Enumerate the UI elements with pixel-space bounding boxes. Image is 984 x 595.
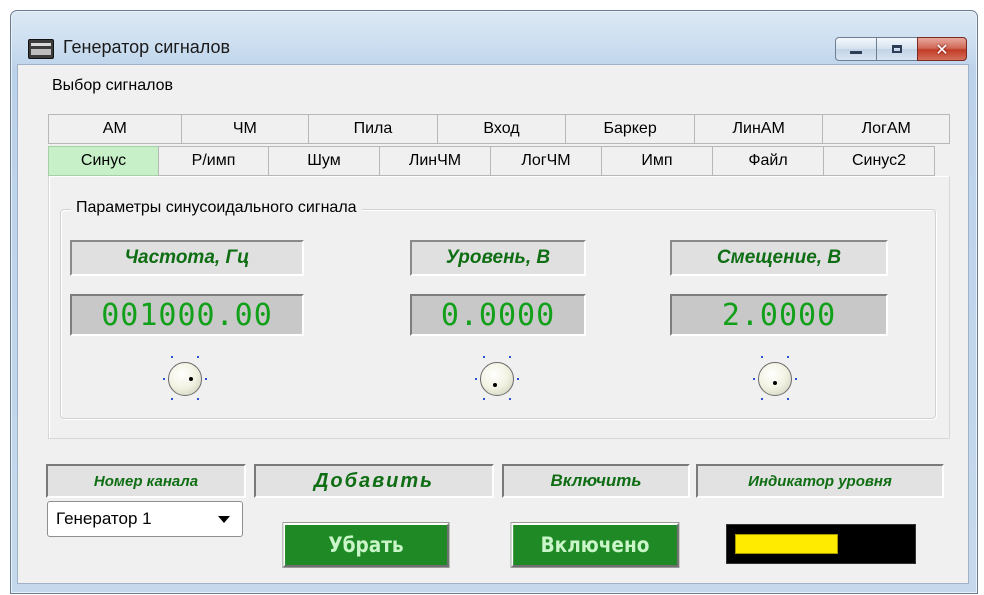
enabled-toggle-button[interactable]: Включено xyxy=(511,523,679,567)
remove-button[interactable]: Убрать xyxy=(283,523,449,567)
knob-tick xyxy=(163,378,165,380)
signal-tabs: АМ ЧМ Пила Вход Баркер ЛинАМ ЛогАМ Синус… xyxy=(48,114,951,176)
level-indicator-fill xyxy=(735,534,838,554)
knob-tick xyxy=(171,356,173,358)
minimize-icon xyxy=(850,50,862,54)
tab-log-am[interactable]: ЛогАМ xyxy=(822,114,951,144)
close-button[interactable]: ✕ xyxy=(917,37,967,61)
channel-number-label: Номер канала xyxy=(46,464,246,498)
window-controls: ✕ xyxy=(835,37,967,61)
knob-tick xyxy=(197,356,199,358)
knob-tick xyxy=(517,378,519,380)
tab-row-1: АМ ЧМ Пила Вход Баркер ЛинАМ ЛогАМ xyxy=(48,114,951,144)
knob-tick xyxy=(197,398,199,400)
level-indicator-label: Индикатор уровня xyxy=(696,464,944,498)
knob-tick xyxy=(753,378,755,380)
level-display[interactable]: 0.0000 xyxy=(410,294,586,336)
minimize-button[interactable] xyxy=(835,37,877,61)
window-title: Генератор сигналов xyxy=(63,37,231,57)
app-icon xyxy=(28,39,54,59)
tab-sine2[interactable]: Синус2 xyxy=(823,146,935,176)
knob-indicator xyxy=(493,383,497,387)
tab-lin-fm[interactable]: ЛинЧМ xyxy=(379,146,491,176)
tab-noise[interactable]: Шум xyxy=(268,146,380,176)
tab-input[interactable]: Вход xyxy=(436,114,567,144)
tab-lin-am[interactable]: ЛинАМ xyxy=(693,114,824,144)
signal-select-label: Выбор сигналов xyxy=(52,77,173,94)
knob-tick xyxy=(509,398,511,400)
level-indicator xyxy=(726,524,916,564)
add-label: Добавить xyxy=(254,464,494,498)
knob-tick xyxy=(787,398,789,400)
knob-tick xyxy=(787,356,789,358)
frequency-display[interactable]: 001000.00 xyxy=(70,294,304,336)
channel-select-value: Генератор 1 xyxy=(56,509,152,528)
frequency-label: Частота, Гц xyxy=(70,240,304,276)
knob-tick xyxy=(483,398,485,400)
frequency-knob[interactable] xyxy=(168,362,202,396)
knob-tick xyxy=(795,378,797,380)
knob-tick xyxy=(171,398,173,400)
channel-select[interactable]: Генератор 1 xyxy=(47,501,243,537)
knob-tick xyxy=(509,356,511,358)
tab-rect-pulse[interactable]: Р/имп xyxy=(158,146,269,176)
offset-display[interactable]: 2.0000 xyxy=(670,294,888,336)
offset-label: Смещение, В xyxy=(670,240,888,276)
knob-tick xyxy=(205,378,207,380)
knob-indicator xyxy=(189,377,193,381)
tab-barker[interactable]: Баркер xyxy=(565,114,695,144)
knob-tick xyxy=(483,356,485,358)
knob-tick xyxy=(475,378,477,380)
tab-file[interactable]: Файл xyxy=(712,146,824,176)
tab-pulse[interactable]: Имп xyxy=(601,146,713,176)
knob-tick xyxy=(761,356,763,358)
knob-indicator xyxy=(773,381,777,385)
tab-sine[interactable]: Синус xyxy=(48,146,159,176)
tab-sawtooth[interactable]: Пила xyxy=(308,114,438,144)
tab-fm[interactable]: ЧМ xyxy=(180,114,310,144)
level-label: Уровень, В xyxy=(410,240,586,276)
chevron-down-icon xyxy=(218,516,230,523)
sine-params-legend: Параметры синусоидального сигнала xyxy=(71,199,362,217)
title-bar[interactable]: Генератор сигналов ✕ xyxy=(11,11,977,69)
close-icon: ✕ xyxy=(935,39,949,59)
tab-am[interactable]: АМ xyxy=(48,114,182,144)
level-knob[interactable] xyxy=(480,362,514,396)
enable-label: Включить xyxy=(502,464,690,498)
tab-row-2: Синус Р/имп Шум ЛинЧМ ЛогЧМ Имп Файл Син… xyxy=(48,146,950,176)
knob-tick xyxy=(761,398,763,400)
tab-log-fm[interactable]: ЛогЧМ xyxy=(490,146,602,176)
maximize-icon xyxy=(892,45,902,53)
offset-knob[interactable] xyxy=(758,362,792,396)
maximize-button[interactable] xyxy=(876,37,918,61)
